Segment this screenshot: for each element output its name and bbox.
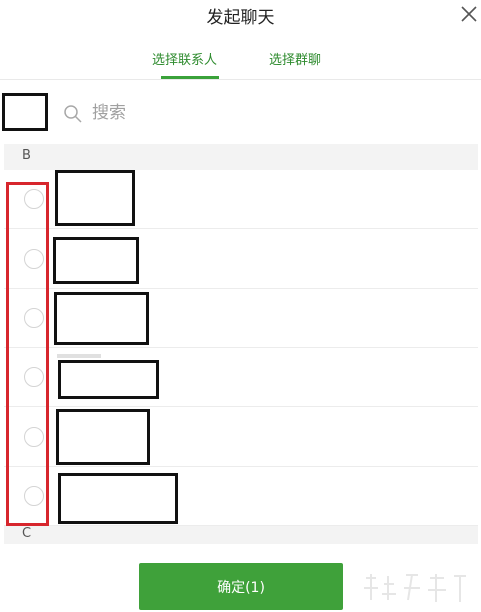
close-icon[interactable]	[459, 4, 479, 24]
redacted-contact-name	[58, 360, 159, 399]
search-input[interactable]	[92, 100, 292, 126]
section-letter: B	[22, 148, 31, 163]
watermark-logo	[364, 574, 466, 602]
tab-bar: 选择联系人 选择群聊	[0, 40, 481, 80]
confirm-button[interactable]: 确定(1)	[139, 563, 343, 610]
tab-select-groups[interactable]: 选择群聊	[269, 49, 321, 68]
redacted-avatar	[2, 93, 48, 131]
search-icon	[64, 105, 82, 123]
dialog-title: 发起聊天	[206, 8, 275, 28]
redacted-contact-name	[53, 237, 139, 284]
redacted-contact-name	[55, 170, 135, 226]
section-header-c: C	[4, 526, 478, 544]
redacted-contact-name	[56, 409, 150, 465]
section-letter: C	[22, 526, 32, 541]
active-tab-indicator	[161, 76, 219, 79]
tab-select-contacts[interactable]: 选择联系人	[152, 49, 217, 68]
redacted-contact-name	[58, 473, 178, 524]
contact-name-fragment	[57, 354, 101, 358]
section-header-b: B	[4, 144, 478, 170]
radio-column-highlight	[6, 182, 49, 526]
redacted-contact-name	[54, 292, 149, 345]
